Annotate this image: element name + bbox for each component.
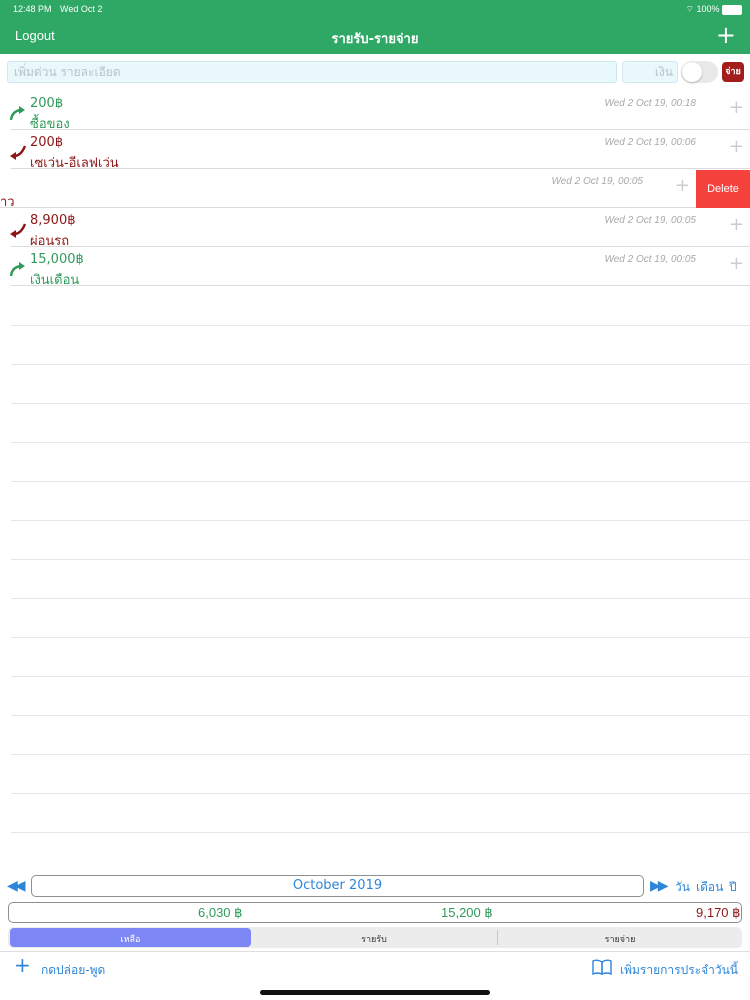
row-add-icon[interactable]: + (729, 214, 744, 235)
segment-balance[interactable]: เหลือ (10, 932, 251, 946)
timestamp: Wed 2 Oct 19, 00:05 (551, 176, 643, 187)
divider (11, 637, 750, 638)
divider (11, 364, 750, 365)
row-add-icon[interactable]: + (675, 175, 690, 196)
add-daily-items-button[interactable]: เพิ่มรายการประจำวันนี้ (620, 961, 738, 980)
plus-icon[interactable]: + (14, 953, 31, 977)
expense-arrow-icon (10, 223, 27, 238)
home-indicator (260, 990, 490, 995)
amount: 200฿ (30, 135, 64, 150)
footer-divider (0, 951, 750, 952)
type-badge[interactable]: จ่าย (722, 62, 744, 82)
income-total: 15,200 ฿ (441, 905, 493, 920)
segment-expense[interactable]: รายจ่าย (498, 932, 742, 946)
summary-box (8, 902, 742, 923)
amount: 200฿ (30, 96, 64, 111)
timestamp: Wed 2 Oct 19, 00:05 (604, 254, 696, 265)
list-item[interactable]: 8,900฿ ผ่อนรถ Wed 2 Oct 19, 00:05 + (0, 208, 750, 249)
divider (11, 715, 750, 716)
row-add-icon[interactable]: + (729, 97, 744, 118)
expense-total: 9,170 ฿ (696, 905, 741, 920)
divider (11, 676, 750, 677)
list-item-swiped[interactable]: าว Wed 2 Oct 19, 00:05 + (0, 169, 750, 210)
prev-month-button[interactable]: ◀◀ (7, 878, 25, 894)
status-time: 12:48 PM (13, 4, 52, 14)
list-item[interactable]: 200฿ ซื้อของ Wed 2 Oct 19, 00:18 + (0, 91, 750, 132)
balance-total: 6,030 ฿ (198, 905, 243, 920)
divider (11, 793, 750, 794)
divider (11, 832, 750, 833)
divider (11, 325, 750, 326)
delete-button[interactable]: Delete (696, 170, 750, 208)
page-title: รายรับ-รายจ่าย (331, 32, 419, 47)
row-add-icon[interactable]: + (729, 253, 744, 274)
amount: 15,000฿ (30, 252, 84, 267)
divider (11, 285, 750, 286)
divider (11, 598, 750, 599)
segment-income[interactable]: รายรับ (251, 932, 497, 946)
year-view-button[interactable]: ปี (729, 878, 737, 897)
type-toggle[interactable] (681, 61, 718, 83)
status-battery: ⌔ 100% (685, 4, 742, 15)
next-month-button[interactable]: ▶▶ (650, 878, 668, 894)
timestamp: Wed 2 Oct 19, 00:05 (604, 215, 696, 226)
divider (11, 559, 750, 560)
divider (11, 481, 750, 482)
timestamp: Wed 2 Oct 19, 00:18 (604, 98, 696, 109)
hold-to-talk-button[interactable]: กดปล่อย-พูด (41, 961, 105, 980)
wifi-icon: ⌔ (685, 4, 697, 14)
expense-arrow-icon (10, 145, 27, 160)
divider (11, 520, 750, 521)
income-arrow-icon (9, 106, 25, 121)
battery-level: 100% (696, 4, 720, 14)
month-view-button[interactable]: เดือน (696, 878, 723, 897)
row-add-icon[interactable]: + (729, 136, 744, 157)
amount-input[interactable]: เงิน (622, 61, 678, 83)
divider (11, 442, 750, 443)
timestamp: Wed 2 Oct 19, 00:06 (604, 137, 696, 148)
list-item[interactable]: 15,000฿ เงินเดือน Wed 2 Oct 19, 00:05 + (0, 247, 750, 288)
book-icon[interactable] (592, 959, 612, 975)
toggle-knob (682, 62, 702, 82)
amount-placeholder: เงิน (654, 65, 673, 79)
add-button[interactable]: + (716, 20, 736, 50)
divider (11, 403, 750, 404)
status-date: Wed Oct 2 (60, 4, 103, 14)
description: เงินเดือน (30, 273, 80, 288)
income-arrow-icon (9, 262, 25, 277)
detail-input[interactable]: เพิ่มด่วน รายละเอียด (7, 61, 617, 83)
divider (11, 754, 750, 755)
list-item[interactable]: 200฿ เซเว่น-อีเลฟเว่น Wed 2 Oct 19, 00:0… (0, 130, 750, 171)
battery-icon (722, 4, 742, 15)
day-view-button[interactable]: วัน (675, 878, 690, 897)
detail-placeholder: เพิ่มด่วน รายละเอียด (14, 65, 121, 79)
amount: 8,900฿ (30, 213, 76, 228)
month-selector[interactable]: October 2019 (31, 875, 644, 897)
